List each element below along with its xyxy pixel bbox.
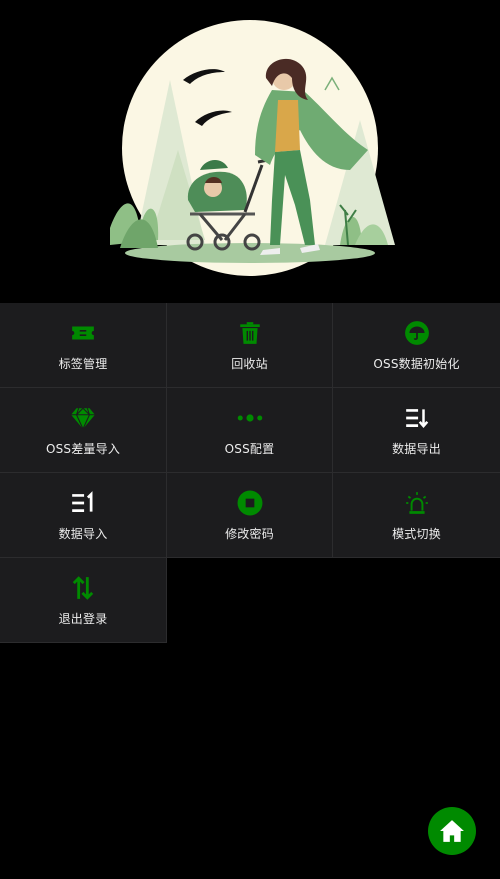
menu-item-label: OSS配置 — [224, 442, 275, 456]
alarm-light-icon — [405, 492, 428, 514]
menu-item-label: 标签管理 — [58, 357, 108, 371]
menu-item-label: OSS数据初始化 — [373, 357, 460, 371]
list-number-icon — [72, 491, 93, 512]
menu-item-label: 回收站 — [231, 357, 268, 371]
menu-item-data-import[interactable]: 数据导入 — [0, 473, 167, 558]
stop-circle-icon — [237, 490, 262, 516]
menu-item-label: 数据导出 — [392, 442, 441, 456]
menu-item-change-password[interactable]: 修改密码 — [167, 473, 333, 558]
menu-item-label: OSS差量导入 — [45, 442, 121, 456]
menu-item-mode-switch[interactable]: 模式切换 — [333, 473, 500, 558]
diamond-icon — [71, 407, 95, 431]
dots-icon — [237, 414, 262, 422]
menu-item-tag-management[interactable]: 标签管理 — [0, 303, 167, 388]
ticket-icon — [72, 326, 94, 340]
swap-vertical-icon — [72, 576, 94, 600]
menu-item-recycle-bin[interactable]: 回收站 — [167, 303, 333, 388]
menu-item-data-export[interactable]: 数据导出 — [333, 388, 500, 473]
hero-illustration — [110, 20, 395, 276]
menu-item-label: 数据导入 — [58, 527, 108, 541]
home-icon — [440, 820, 464, 842]
menu-item-oss-config[interactable]: OSS配置 — [167, 388, 333, 473]
sort-list-icon — [405, 409, 428, 429]
umbrella-icon — [404, 321, 429, 345]
trash-icon — [239, 322, 260, 344]
menu-item-oss-delta-import[interactable]: OSS差量导入 — [0, 388, 167, 473]
menu-item-label: 模式切换 — [392, 527, 441, 541]
menu-item-logout[interactable]: 退出登录 — [0, 558, 167, 643]
home-fab-button[interactable] — [428, 807, 476, 855]
menu-grid: 标签管理 回收站 OSS数据初始化 OSS差量导入 OSS配置 数据导出 数据导… — [0, 303, 500, 643]
menu-item-label: 修改密码 — [225, 527, 274, 541]
menu-item-label: 退出登录 — [58, 612, 108, 626]
menu-item-oss-init[interactable]: OSS数据初始化 — [333, 303, 500, 388]
